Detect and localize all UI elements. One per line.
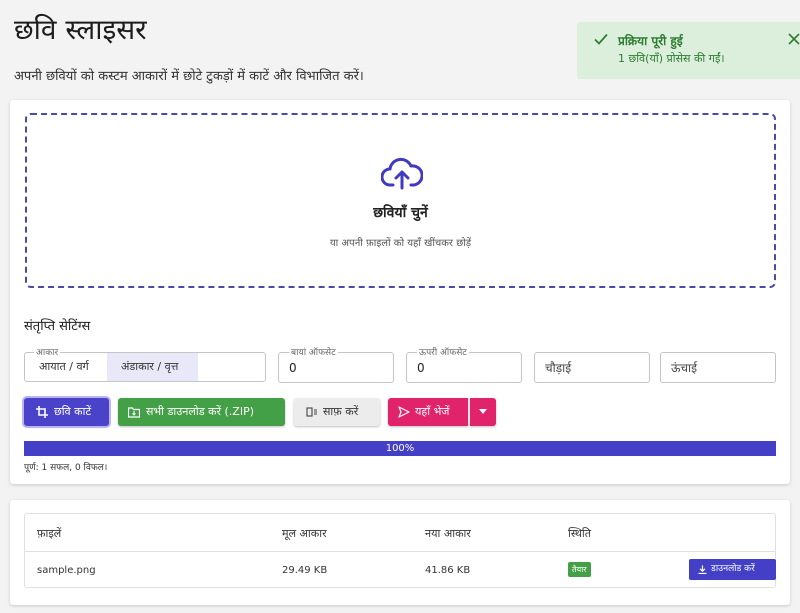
left-offset-field: बायां ऑफसेट — [278, 345, 394, 383]
progress-bar: 100% — [24, 441, 776, 456]
close-icon[interactable] — [787, 32, 800, 46]
shape-toggle-group: आकार आयात / वर्ग अंडाकार / वृत्त — [24, 345, 266, 382]
cloud-upload-icon — [381, 157, 423, 190]
send-icon — [398, 406, 410, 418]
send-dropdown-button[interactable] — [470, 398, 496, 426]
original-size: 29.49 KB — [282, 565, 328, 576]
clear-label: साफ़ करें — [323, 405, 359, 418]
header-original-size: मूल आकार — [282, 527, 327, 540]
crop-button[interactable]: छवि काटें — [24, 398, 109, 426]
top-offset-input[interactable] — [407, 353, 521, 382]
folder-download-icon — [128, 407, 140, 418]
header-status: स्थिति — [568, 527, 592, 540]
dropzone-subtitle: या अपनी फ़ाइलों को यहाँ खींचकर छोड़ें — [329, 238, 472, 249]
row-divider — [25, 551, 775, 552]
page-subtitle: अपनी छवियों को कस्टम आकारों में छोटे टुक… — [14, 69, 364, 84]
download-label: डाउनलोड करें — [711, 564, 755, 574]
page-title: छवि स्लाइसर — [14, 13, 147, 46]
download-zip-label: सभी डाउनलोड करें (.ZIP) — [146, 405, 255, 418]
header-files: फ़ाइलें — [37, 527, 62, 540]
success-toast: प्रक्रिया पूरी हुई 1 छवि(याँ) प्रोसेस की… — [577, 22, 800, 79]
new-size: 41.86 KB — [425, 565, 471, 576]
dropzone[interactable]: छवियाँ चुनें या अपनी फ़ाइलों को यहाँ खीं… — [25, 113, 776, 288]
files-card: फ़ाइलें मूल आकार नया आकार स्थिति sample.… — [10, 500, 790, 605]
file-name: sample.png — [37, 565, 96, 576]
top-offset-field: ऊपरी ऑफसेट — [406, 345, 522, 383]
clear-list-icon — [306, 407, 317, 417]
settings-label: संतृप्ति सेटिंग्स — [24, 319, 91, 334]
download-button[interactable]: डाउनलोड करें — [689, 559, 776, 580]
crop-icon — [36, 406, 48, 418]
files-table: फ़ाइलें मूल आकार नया आकार स्थिति sample.… — [24, 513, 776, 588]
download-icon — [698, 565, 707, 574]
progress-text: 100% — [385, 443, 415, 454]
send-button[interactable]: यहाँ भेजें — [388, 398, 468, 426]
height-field — [660, 352, 776, 383]
upload-card: छवियाँ चुनें या अपनी फ़ाइलों को यहाँ खीं… — [10, 100, 790, 484]
crop-label: छवि काटें — [54, 405, 92, 418]
header-new-size: नया आकार — [425, 527, 471, 540]
status-text: पूर्ण: 1 सफल, 0 विफल। — [24, 463, 108, 473]
toast-message: 1 छवि(याँ) प्रोसेस की गईं। — [618, 52, 725, 65]
status-badge: तैयार — [568, 562, 591, 577]
chevron-down-icon — [479, 409, 487, 414]
send-label: यहाँ भेजें — [415, 405, 450, 418]
toast-title: प्रक्रिया पूरी हुई — [618, 34, 683, 48]
check-icon — [594, 33, 608, 45]
width-field — [534, 352, 650, 383]
dropzone-title: छवियाँ चुनें — [373, 205, 428, 221]
width-input[interactable] — [535, 353, 649, 382]
clear-button[interactable]: साफ़ करें — [294, 398, 380, 426]
left-offset-input[interactable] — [279, 353, 393, 382]
shape-option-rectangle[interactable]: आयात / वर्ग — [25, 353, 107, 381]
height-input[interactable] — [661, 353, 775, 382]
shape-option-ellipse[interactable]: अंडाकार / वृत्त — [107, 353, 198, 381]
download-zip-button[interactable]: सभी डाउनलोड करें (.ZIP) — [118, 398, 285, 426]
